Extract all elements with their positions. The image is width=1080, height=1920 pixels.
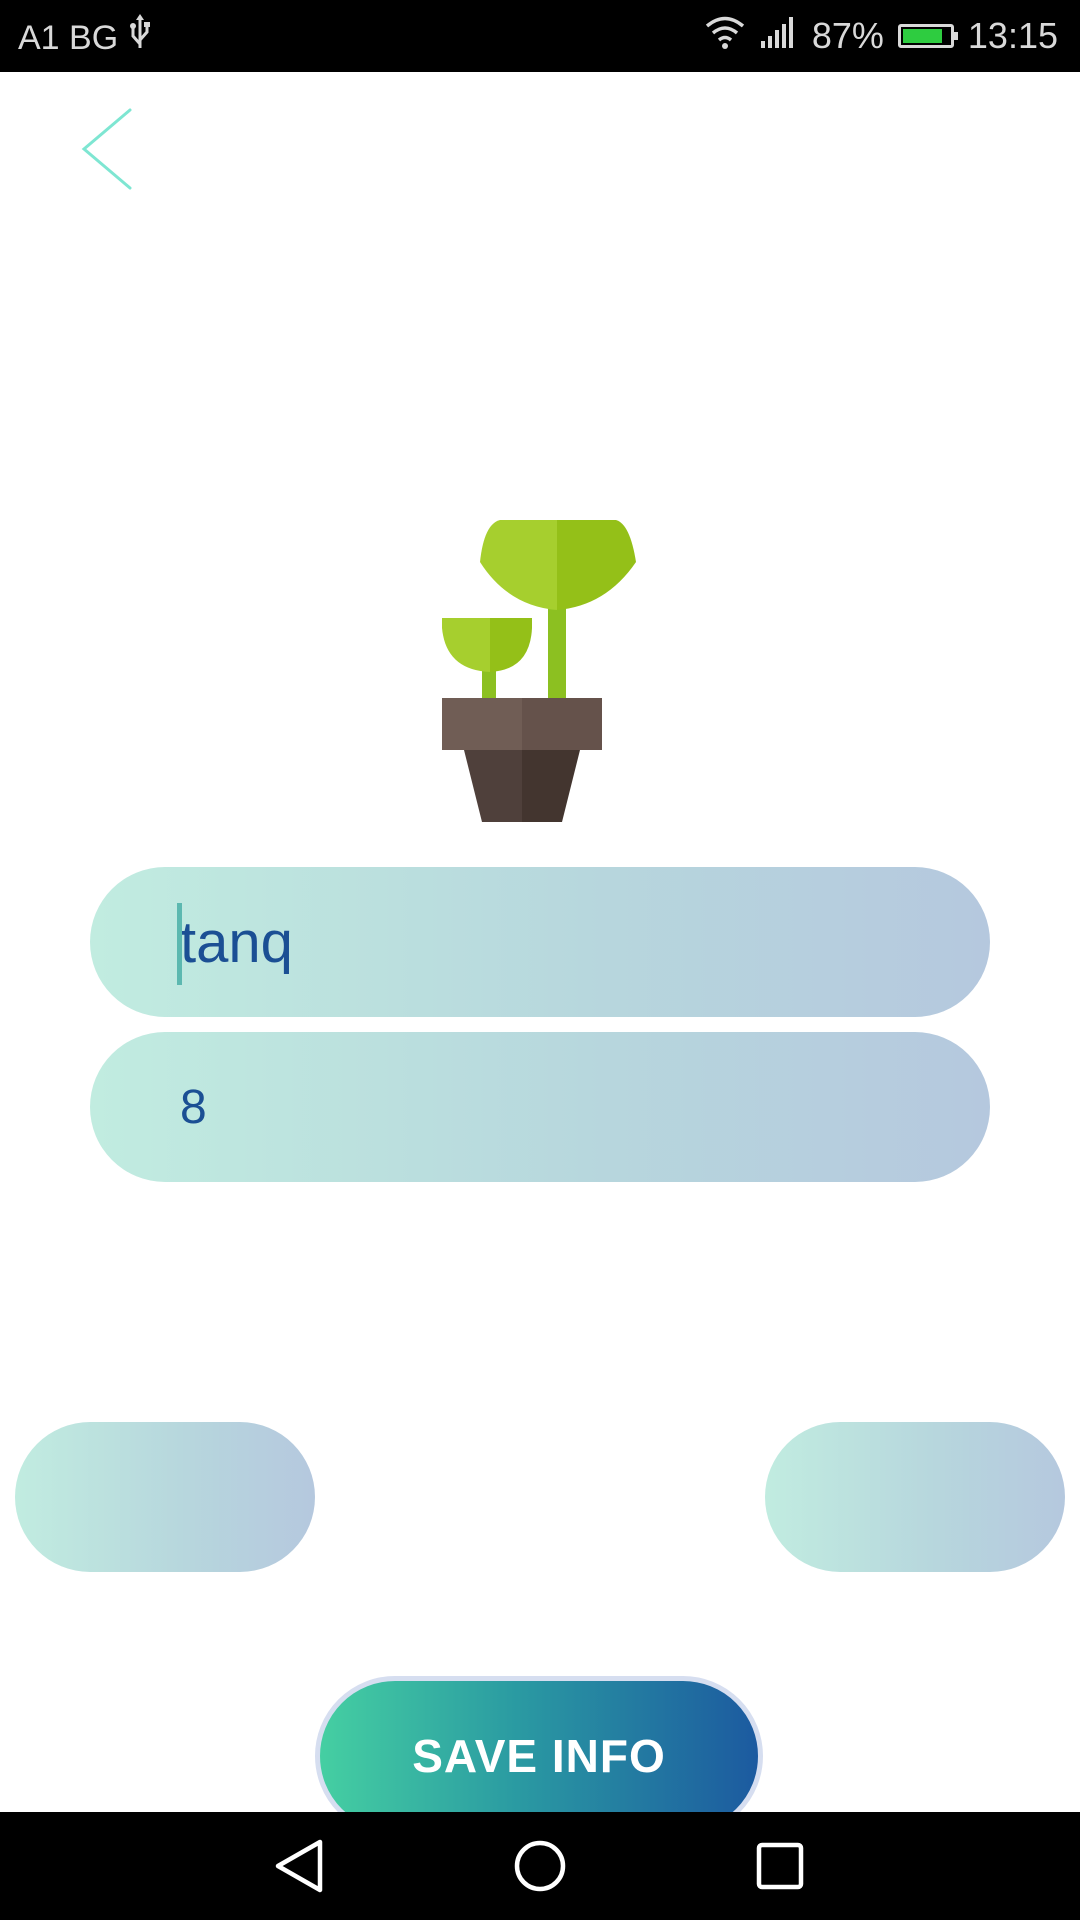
status-bar: A1 BG 87% 13:15 — [0, 0, 1080, 72]
text-cursor — [177, 902, 182, 985]
nav-home-icon — [514, 1840, 566, 1892]
clock: 13:15 — [967, 15, 1058, 56]
name-input[interactable]: tanq — [90, 867, 990, 1017]
carrier-label: A1 BG — [18, 18, 119, 57]
left-option-button[interactable] — [15, 1422, 315, 1572]
back-button[interactable] — [72, 104, 142, 194]
nav-recents-icon — [756, 1842, 804, 1890]
wifi-icon — [704, 15, 746, 58]
nav-back-icon — [275, 1839, 323, 1893]
navigation-bar — [0, 1812, 1080, 1920]
status-left: A1 BG — [18, 14, 152, 61]
signal-icon — [760, 15, 798, 58]
nav-back-button[interactable] — [264, 1830, 336, 1902]
battery-icon — [897, 24, 958, 48]
chevron-left-icon — [81, 108, 132, 190]
screen: A1 BG 87% 13:15 tanq 8 SAVE INFO — [0, 0, 1080, 1920]
battery-percent: 87% — [811, 15, 884, 56]
nav-home-button[interactable] — [504, 1830, 576, 1902]
potted-plant-icon — [442, 520, 636, 822]
battery-fill — [902, 29, 943, 43]
status-right: 87% 13:15 — [704, 14, 1058, 58]
name-input-text: tanq — [180, 909, 293, 975]
name-input-value: tanq — [177, 902, 293, 985]
age-input[interactable]: 8 — [90, 1032, 990, 1182]
usb-icon — [128, 14, 152, 61]
nav-recents-button[interactable] — [744, 1830, 816, 1902]
right-option-button[interactable] — [765, 1422, 1065, 1572]
age-input-value: 8 — [180, 1080, 207, 1134]
save-info-label: SAVE INFO — [412, 1730, 666, 1782]
